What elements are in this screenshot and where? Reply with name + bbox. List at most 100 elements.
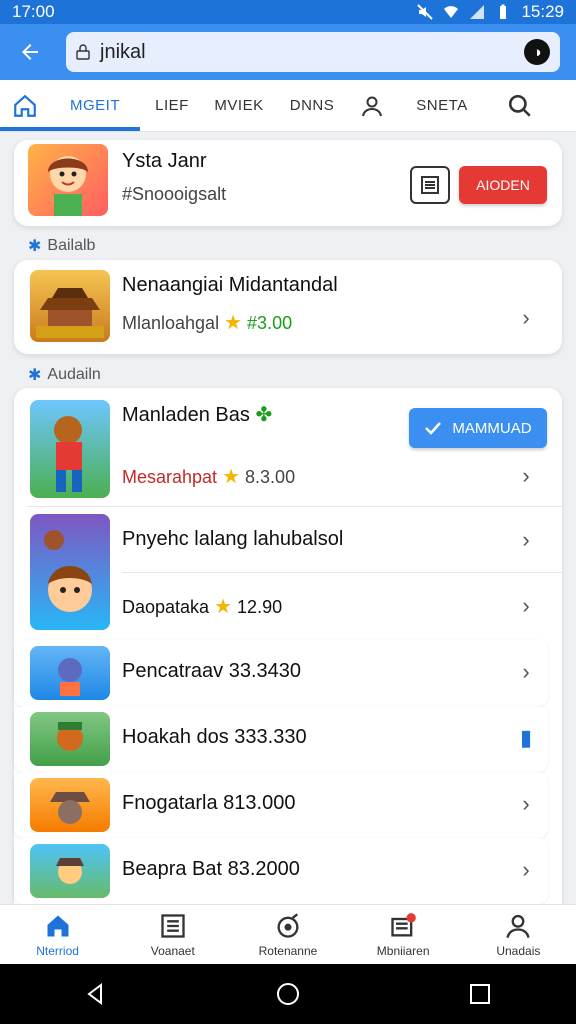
list-item[interactable]: Pencatraav 33.3430 ›	[14, 640, 548, 706]
list-header-rating: 8.3.00	[245, 467, 296, 487]
item-thumbnail	[30, 646, 110, 700]
tab-bar: MGEIT LIEF MVIEK DNNS SNETA	[0, 80, 576, 132]
star-icon: ★	[214, 596, 233, 618]
system-nav-bar	[0, 964, 576, 1024]
section-title-first: Bailalb	[47, 237, 96, 254]
divider	[28, 506, 562, 507]
chevron-right-icon[interactable]: ›	[514, 305, 538, 330]
home-circle-icon[interactable]	[275, 981, 301, 1007]
recents-square-icon[interactable]	[467, 981, 493, 1007]
promo-subtitle: Mlanloahgal	[122, 313, 220, 333]
bottom-nav: Nterriod Voanaet Rotenanne Mbniiaren Una…	[0, 904, 576, 964]
battery-icon	[500, 4, 507, 19]
star-icon: ★	[222, 466, 241, 488]
bottom-nav-home[interactable]: Nterriod	[0, 905, 115, 965]
featured-title: Ysta Janr	[122, 150, 207, 172]
list-header-title: Manladen Bas	[122, 404, 250, 426]
home-icon	[47, 915, 69, 937]
section-label-first: ✱ Bailalb	[28, 236, 95, 256]
section-label-second: ✱ Audailn	[28, 365, 101, 385]
signal-icon	[470, 5, 485, 19]
manage-button[interactable]: MAMMUAD	[409, 408, 547, 448]
list-icon	[161, 914, 185, 938]
bottom-nav-label: Voanaet	[150, 944, 195, 958]
sparkle-icon: ✱	[28, 367, 42, 384]
list-item[interactable]: Beapra Bat 83.2000 ›	[14, 838, 548, 904]
item-title: Beapra Bat 83.2000	[122, 858, 300, 880]
chevron-right-icon[interactable]: ›	[514, 593, 538, 618]
bottom-nav-profile[interactable]: Unadais	[461, 905, 576, 965]
back-triangle-icon[interactable]	[83, 981, 109, 1007]
item-thumbnail	[30, 712, 110, 766]
back-button[interactable]	[10, 32, 50, 72]
bottom-nav-games[interactable]: Rotenanne	[230, 905, 345, 965]
bottom-nav-messages[interactable]: Mbniiaren	[346, 905, 461, 965]
promo-price: #3.00	[247, 313, 293, 333]
tab-profile[interactable]	[350, 80, 394, 132]
list-header-thumbnail	[30, 400, 110, 498]
search-icon	[508, 94, 531, 117]
list-header-subtitle: Mesarahpat	[122, 467, 218, 487]
bookmark-icon[interactable]: ▮	[514, 725, 538, 750]
section-title-second: Audailn	[47, 366, 101, 383]
bottom-nav-label: Nterriod	[36, 944, 79, 958]
item-thumbnail	[30, 514, 110, 630]
list-item[interactable]: Fnogatarla 813.000 ›	[14, 772, 548, 838]
home-icon	[14, 94, 36, 117]
featured-subtitle: #Snoooigsalt	[122, 184, 227, 204]
person-icon	[506, 914, 530, 938]
featured-action-button[interactable]: AIODEN	[459, 166, 547, 204]
star-icon: ★	[224, 312, 243, 334]
active-tab-indicator	[0, 127, 140, 131]
chevron-right-icon[interactable]: ›	[514, 463, 538, 488]
tab-mviek[interactable]: MVIEK	[204, 80, 274, 132]
chevron-right-icon[interactable]: ›	[514, 791, 538, 816]
promo-title: Nenaangiai Midantandal	[122, 274, 338, 296]
arrow-left-icon	[22, 44, 38, 60]
tab-lief[interactable]: LIEF	[140, 80, 204, 132]
list-item[interactable]: Hoakah dos 333.330 ▮	[14, 706, 548, 772]
chevron-right-icon[interactable]: ›	[514, 857, 538, 882]
search-button[interactable]	[490, 80, 550, 132]
inbox-icon	[391, 913, 416, 937]
list-header-subtitle-row: Mesarahpat ★ 8.3.00	[122, 464, 295, 489]
manage-button-label: MAMMUAD	[452, 419, 532, 437]
clover-icon: ✤	[255, 404, 273, 426]
tab-mgeit[interactable]: MGEIT	[50, 80, 140, 132]
featured-card[interactable]: Ysta Janr #Snoooigsalt AIODEN	[14, 140, 562, 226]
status-time: 17:00	[12, 2, 55, 21]
item-rating: 12.90	[237, 597, 283, 617]
item-thumbnail	[30, 844, 110, 898]
bottom-nav-list[interactable]: Voanaet	[115, 905, 230, 965]
bottom-nav-label: Mbniiaren	[376, 944, 430, 958]
item-title: Pnyehc lalang lahubalsol	[122, 528, 344, 550]
sparkle-icon: ✱	[28, 238, 42, 255]
url-text: jnikal	[100, 40, 146, 63]
status-bar: 17:00 15:29	[0, 0, 576, 24]
person-icon	[362, 96, 382, 116]
bottom-nav-label: Rotenanne	[258, 944, 318, 958]
document-icon	[421, 176, 439, 194]
details-button[interactable]	[410, 166, 450, 204]
featured-thumbnail	[28, 144, 108, 216]
item-title: Fnogatarla 813.000	[122, 792, 296, 814]
item-title: Hoakah dos 333.330	[122, 726, 307, 748]
promo-subtitle-row: Mlanloahgal ★ #3.00	[122, 310, 292, 335]
app-bar: jnikal ◑	[0, 24, 576, 80]
url-bar[interactable]: jnikal ◑	[66, 32, 560, 72]
mute-icon	[417, 4, 434, 20]
bottom-nav-label: Unadais	[496, 944, 541, 958]
item-subtitle-row: Daopataka ★ 12.90	[122, 594, 282, 619]
tab-dnns[interactable]: DNNS	[274, 80, 350, 132]
divider	[122, 572, 562, 573]
check-icon	[425, 422, 442, 435]
promo-thumbnail	[30, 270, 110, 342]
tab-home[interactable]	[0, 80, 50, 132]
lock-icon	[76, 44, 90, 60]
promo-card[interactable]: Nenaangiai Midantandal Mlanloahgal ★ #3.…	[14, 260, 562, 354]
browser-action-icon[interactable]: ◑	[524, 39, 550, 65]
chevron-right-icon[interactable]: ›	[514, 527, 538, 552]
chevron-right-icon[interactable]: ›	[514, 659, 538, 684]
item-title: Pencatraav 33.3430	[122, 660, 302, 682]
tab-sneta[interactable]: SNETA	[394, 80, 490, 132]
